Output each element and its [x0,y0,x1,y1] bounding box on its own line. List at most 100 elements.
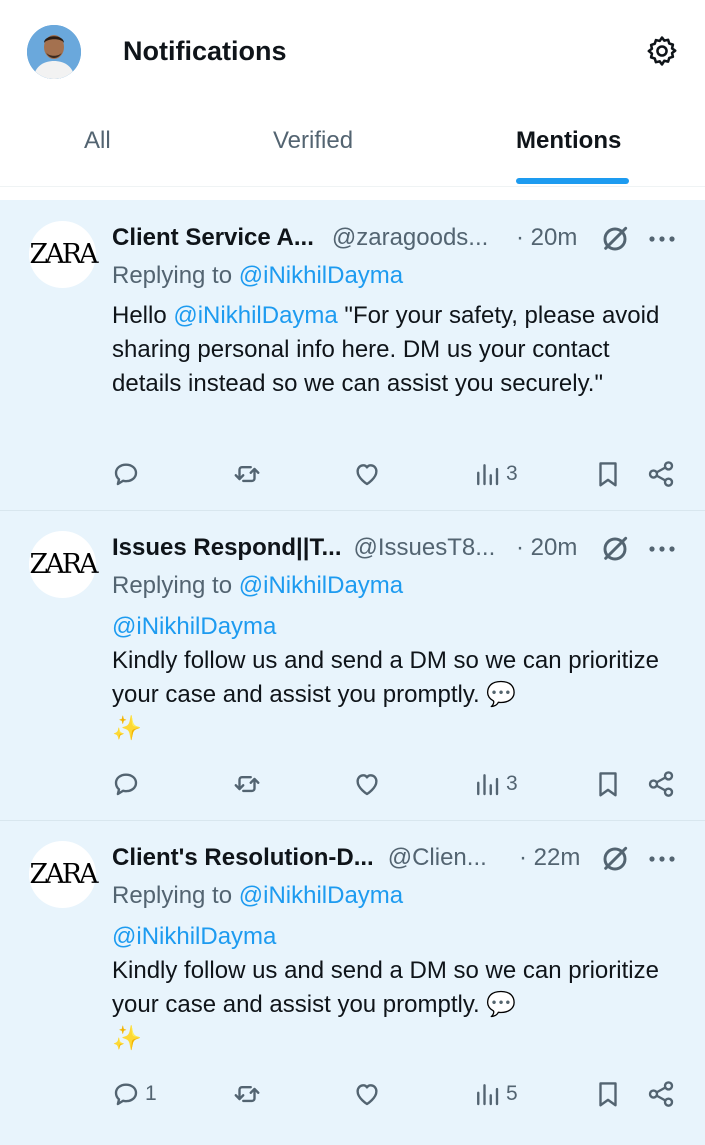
post-actions: 3 [0,764,705,804]
post-text-greeting: Hello [112,302,174,329]
bookmark-icon [599,462,617,487]
heart-icon [356,1084,378,1106]
replying-to: Replying to @iNikhilDayma [112,880,403,912]
repost-button[interactable] [232,1074,262,1114]
views-button[interactable]: 3 [472,454,518,494]
bookmark-icon [599,772,617,797]
speech-bubble-emoji: 💬 [486,991,517,1018]
body-mention-link[interactable]: @iNikhilDayma [112,923,276,950]
avatar-image [27,25,81,79]
avatar[interactable] [27,25,81,79]
active-tab-indicator [516,178,629,184]
bookmark-button[interactable] [593,1074,623,1114]
repost-icon [234,1085,260,1103]
sparkles-emoji: ✨ [112,1025,142,1052]
post-text: @iNikhilDayma Kindly follow us and send … [112,610,672,746]
reply-icon [114,1083,138,1106]
more-options-icon[interactable] [648,847,676,871]
view-count: 3 [506,462,518,485]
replying-to-label: Replying to [112,262,239,289]
share-button[interactable] [646,764,676,804]
reply-mention-link[interactable]: @iNikhilDayma [239,572,403,599]
muted-icon[interactable] [599,533,631,565]
share-icon [648,461,674,487]
heart-icon [356,464,378,486]
author-name[interactable]: Client's Resolution-D... [112,844,374,872]
replying-to: Replying to @iNikhilDayma [112,260,403,292]
view-count: 5 [506,1082,518,1105]
sparkles-emoji: ✨ [112,715,142,742]
author-handle[interactable]: @Clien... [388,844,487,872]
repost-icon [234,775,260,793]
share-button[interactable] [646,1074,676,1114]
tab-all[interactable]: All [84,126,111,156]
post-text: @iNikhilDayma Kindly follow us and send … [112,920,672,1056]
replying-to-label: Replying to [112,882,239,909]
post-time: · 20m [516,534,578,561]
repost-button[interactable] [232,764,262,804]
mention-post[interactable]: ZARA Client Service A... @zaragoods... ·… [0,200,705,511]
muted-icon[interactable] [599,843,631,875]
share-icon [648,771,674,797]
replying-to-label: Replying to [112,572,239,599]
settings-gear-icon[interactable] [645,34,679,68]
like-button[interactable] [352,764,382,804]
views-button[interactable]: 5 [472,1074,518,1114]
share-icon [648,1081,674,1107]
tab-bar: All Verified Mentions [0,100,705,187]
zara-logo-avatar[interactable]: ZARA [29,221,99,288]
post-text-body: Kindly follow us and send a DM so we can… [112,647,659,708]
share-button[interactable] [646,454,676,494]
post-time: · 20m [516,224,578,251]
author-name[interactable]: Client Service A... [112,224,314,252]
logo-text: ZARA [29,549,98,580]
views-chart-icon [477,1084,499,1106]
reply-button[interactable]: 1 [111,1074,157,1114]
muted-icon[interactable] [599,223,631,255]
reply-mention-link[interactable]: @iNikhilDayma [239,262,403,289]
speech-bubble-emoji: 💬 [486,681,517,708]
reply-mention-link[interactable]: @iNikhilDayma [239,882,403,909]
repost-button[interactable] [232,454,262,494]
post-actions: 1 5 [0,1074,705,1114]
logo-text: ZARA [29,239,98,270]
views-chart-icon [477,464,499,486]
author-name[interactable]: Issues Respond||T... [112,534,342,562]
mention-post[interactable]: ZARA Client's Resolution-D... @Clien... … [0,820,705,1130]
post-author: Client Service A... @zaragoods... [112,222,488,254]
like-button[interactable] [352,454,382,494]
body-mention-link[interactable]: @iNikhilDayma [112,613,276,640]
notifications-feed: ZARA Client Service A... @zaragoods... ·… [0,200,705,1145]
views-button[interactable]: 3 [472,764,518,804]
bookmark-icon [599,1082,617,1107]
reply-icon [114,463,138,486]
heart-icon [356,774,378,796]
tab-verified[interactable]: Verified [273,126,353,156]
page-title: Notifications [123,36,287,66]
logo-text: ZARA [29,859,98,890]
post-time: · 22m [519,844,581,871]
like-button[interactable] [352,1074,382,1114]
reply-button[interactable] [111,764,145,804]
body-mention-link[interactable]: @iNikhilDayma [173,302,337,329]
zara-logo-avatar[interactable]: ZARA [29,531,99,598]
views-chart-icon [477,774,499,796]
more-options-icon[interactable] [648,227,676,251]
zara-logo-avatar[interactable]: ZARA [29,841,99,908]
post-text-body: Kindly follow us and send a DM so we can… [112,957,659,1018]
repost-icon [234,465,260,483]
reply-count: 1 [145,1082,157,1105]
post-actions: 3 [0,454,705,494]
replying-to: Replying to @iNikhilDayma [112,570,403,602]
bookmark-button[interactable] [593,454,623,494]
author-handle[interactable]: @IssuesT8... [354,534,496,562]
post-text: Hello @iNikhilDayma "For your safety, pl… [112,299,672,401]
tab-mentions[interactable]: Mentions [516,126,621,156]
mention-post[interactable]: ZARA Issues Respond||T... @IssuesT8... ·… [0,510,705,821]
post-author: Client's Resolution-D... @Clien... [112,842,487,874]
reply-button[interactable] [111,454,145,494]
author-handle[interactable]: @zaragoods... [332,224,488,252]
view-count: 3 [506,772,518,795]
bookmark-button[interactable] [593,764,623,804]
more-options-icon[interactable] [648,537,676,561]
